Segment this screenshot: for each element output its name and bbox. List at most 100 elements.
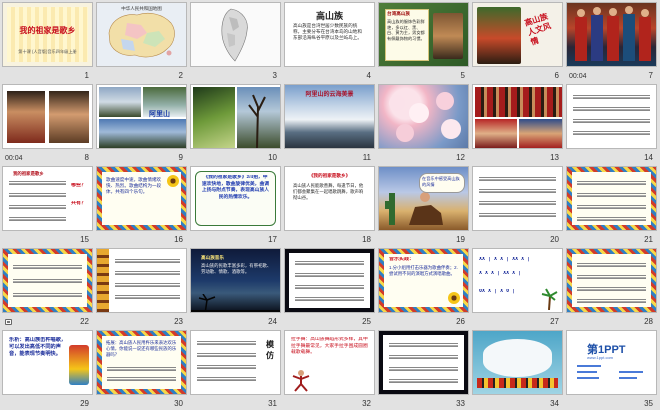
slide-thumbnail-4[interactable]: 高山族 高山族是台湾世居少数民族的统称，主要分布在台湾本岛的山地和东部沿海纵谷平…: [284, 2, 375, 81]
slide-thumbnail-27[interactable]: XX | X X | XX X | X X X | XX X | 0X X | …: [472, 248, 563, 327]
rhythm-line: X X X | XX X |: [479, 271, 522, 276]
slide-title: 高山族 人文风情: [523, 10, 553, 47]
slide-thumbnail-13[interactable]: 13: [472, 84, 563, 163]
slide-thumbnail-22[interactable]: 22: [2, 248, 93, 327]
slide-preview: [472, 330, 563, 395]
slide-sorter-grid: 我的祖家是歌乡 第十课 (人音版)音乐四年级上册 1 中华人民共和国地图 2 3…: [2, 2, 658, 408]
slide-thumbnail-20[interactable]: 20: [472, 166, 563, 245]
sunflower-icon: [448, 292, 460, 304]
slide-title: 高山族: [315, 12, 343, 22]
side-note: 哪些？: [71, 183, 87, 188]
slide-number: 14: [644, 153, 653, 162]
slide-preview: [566, 84, 657, 149]
slide-preview: [2, 84, 93, 149]
palm-tree-icon: [541, 288, 558, 310]
slide-body: 《我的祖家是歌乡》2/4拍，中速欢快地，歌曲旋律优美，曲调上扬与附点节奏，表现高…: [201, 175, 270, 200]
slide-preview: [378, 330, 469, 395]
slide-thumbnail-11[interactable]: 阿里山的云海美景 11: [284, 84, 375, 163]
slide-preview: 阿里山的云海美景: [284, 84, 375, 149]
slide-number: 19: [456, 235, 465, 244]
slide-preview: 拓展：高山族人民用杵乐来表达欢乐心情，你能说一说还有哪些民族的乐器吗？: [96, 330, 187, 395]
slide-number: 31: [268, 399, 277, 408]
slide-caption: 阿里山: [149, 109, 170, 118]
slide-thumbnail-9[interactable]: 阿里山 9: [96, 84, 187, 163]
slide-number: 21: [644, 235, 653, 244]
slide-thumbnail-8[interactable]: 00:04 8: [2, 84, 93, 163]
slide-number: 12: [456, 153, 465, 162]
slide-thumbnail-1[interactable]: 我的祖家是歌乡 第十课 (人音版)音乐四年级上册 1: [2, 2, 93, 81]
slide-thumbnail-24[interactable]: 高山族音乐 高山族的民歌丰富多彩，有祭祀歌、劳动歌、情歌、酒歌等。 24: [190, 248, 281, 327]
slide-number: 22: [80, 317, 89, 326]
slide-number: 20: [550, 235, 559, 244]
slide-thumbnail-29[interactable]: 乐析：高山族击杵唱歌，可以发出高低不同的声音，能表现节奏明快。 29: [2, 330, 93, 409]
slide-preview: 模仿: [190, 330, 281, 395]
slide-thumbnail-17[interactable]: 《我的祖家是歌乡》2/4拍，中速欢快地，歌曲旋律优美，曲调上扬与附点节奏，表现高…: [190, 166, 281, 245]
palm-silhouette: [191, 294, 280, 312]
slide-thumbnail-35[interactable]: 第1PPT www.1ppt.com 35: [566, 330, 657, 409]
slide-preview: 《我的祖家是歌乡》2/4拍，中速欢快地，歌曲旋律优美，曲调上扬与附点节奏，表现高…: [190, 166, 281, 231]
photo: [433, 13, 463, 59]
slide-thumbnail-18[interactable]: 《我的祖家是歌乡》 高山族人民能歌善舞，每逢节日，他们都会聚集在一起唱歌跳舞，歌…: [284, 166, 375, 245]
slide-thumbnail-21[interactable]: 21: [566, 166, 657, 245]
slide-thumbnail-10[interactable]: 10: [190, 84, 281, 163]
slide-thumbnail-7[interactable]: 00:04 7: [566, 2, 657, 81]
slide-duration: 00:04: [5, 155, 23, 162]
slide-number: 7: [648, 71, 653, 80]
decor-image: [69, 345, 89, 385]
slide-thumbnail-16[interactable]: 歌曲速度中速，歌曲情绪欢快、热烈。歌曲结构为一段体，共有四个乐句。 16: [96, 166, 187, 245]
slide-thumbnail-2[interactable]: 中华人民共和国地图 2: [96, 2, 187, 81]
slide-thumbnail-32[interactable]: 拉手舞：高山族舞蹈形式多样，其中拉手舞最常见，大家手拉手围成圆圈载歌载舞。 32: [284, 330, 375, 409]
slide-number: 32: [362, 399, 371, 408]
slide-number: 26: [456, 317, 465, 326]
slide-title: 我的祖家是歌乡: [13, 171, 44, 176]
slide-body: 高山族的服饰色彩鲜艳，多以红、黑、白、黄为主，男女都有佩戴饰物的习惯。: [387, 19, 425, 41]
slide-thumbnail-15[interactable]: 我的祖家是歌乡 哪些？ 共有？ 15: [2, 166, 93, 245]
slide-number: 35: [644, 399, 653, 408]
slide-thumbnail-30[interactable]: 拓展：高山族人民用杵乐来表达欢乐心情，你能说一说还有哪些民族的乐器吗？ 30: [96, 330, 187, 409]
slide-number: 34: [550, 399, 559, 408]
slide-preview: 拉手舞：高山族舞蹈形式多样，其中拉手舞最常见，大家手拉手围成圆圈载歌载舞。: [284, 330, 375, 395]
slide-thumbnail-5[interactable]: 台湾高山族 高山族的服饰色彩鲜艳，多以红、黑、白、黄为主，男女都有佩戴饰物的习惯…: [378, 2, 469, 81]
slide-preview: [566, 248, 657, 313]
china-map-icon: [108, 12, 175, 58]
slide-thumbnail-14[interactable]: 14: [566, 84, 657, 163]
slide-preview: 在音乐中感受高山族的风情: [378, 166, 469, 231]
slide-preview: 我的祖家是歌乡 哪些？ 共有？: [2, 166, 93, 231]
pattern-band: [477, 378, 558, 388]
slide-preview: [566, 166, 657, 231]
slide-body: 拉手舞：高山族舞蹈形式多样，其中拉手舞最常见，大家手拉手围成圆圈载歌载舞。: [291, 337, 368, 355]
slide-number: 15: [80, 235, 89, 244]
speech-bubble: 在音乐中感受高山族的风情: [422, 176, 460, 187]
slide-preview: [566, 2, 657, 67]
rhythm-line: 0X X | X 0 |: [479, 289, 516, 294]
slide-thumbnail-12[interactable]: 12: [378, 84, 469, 163]
slide-preview: 乐析：高山族击杵唱歌，可以发出高低不同的声音，能表现节奏明快。: [2, 330, 93, 395]
slide-duration: 00:04: [569, 73, 587, 80]
slide-number: 24: [268, 317, 277, 326]
slide-title: 高山族音乐: [201, 255, 224, 260]
slide-thumbnail-26[interactable]: 音乐实践： 1.分小组用打击乐器为歌曲伴奏；2.尝试用不同的演唱方式演唱歌曲。 …: [378, 248, 469, 327]
slide-thumbnail-25[interactable]: 25: [284, 248, 375, 327]
slide-number: 29: [80, 399, 89, 408]
slide-thumbnail-33[interactable]: 33: [378, 330, 469, 409]
slide-preview: [472, 84, 563, 149]
slide-thumbnail-34[interactable]: 34: [472, 330, 563, 409]
slide-number: 5: [460, 71, 465, 80]
slide-thumbnail-3[interactable]: 3: [190, 2, 281, 81]
photo: [477, 7, 521, 64]
slide-thumbnail-19[interactable]: 在音乐中感受高山族的风情 19: [378, 166, 469, 245]
slide-thumbnail-23[interactable]: 23: [96, 248, 187, 327]
slide-preview: 台湾高山族 高山族的服饰色彩鲜艳，多以红、黑、白、黄为主，男女都有佩戴饰物的习惯…: [378, 2, 469, 67]
slide-number: 9: [178, 153, 183, 162]
dancer-illustration: [292, 370, 310, 392]
slide-body: 拓展：高山族人民用杵乐来表达欢乐心情，你能说一说还有哪些民族的乐器吗？: [106, 340, 177, 357]
slide-thumbnail-28[interactable]: 28: [566, 248, 657, 327]
slide-number: 3: [272, 71, 277, 80]
sunflower-icon: [167, 175, 179, 187]
slide-thumbnail-31[interactable]: 模仿 31: [190, 330, 281, 409]
photo: [7, 91, 45, 143]
slide-thumbnail-6[interactable]: 高山族 人文风情 6: [472, 2, 563, 81]
slide-number: 11: [362, 153, 371, 162]
slide-number: 28: [644, 317, 653, 326]
slide-number: 25: [362, 317, 371, 326]
